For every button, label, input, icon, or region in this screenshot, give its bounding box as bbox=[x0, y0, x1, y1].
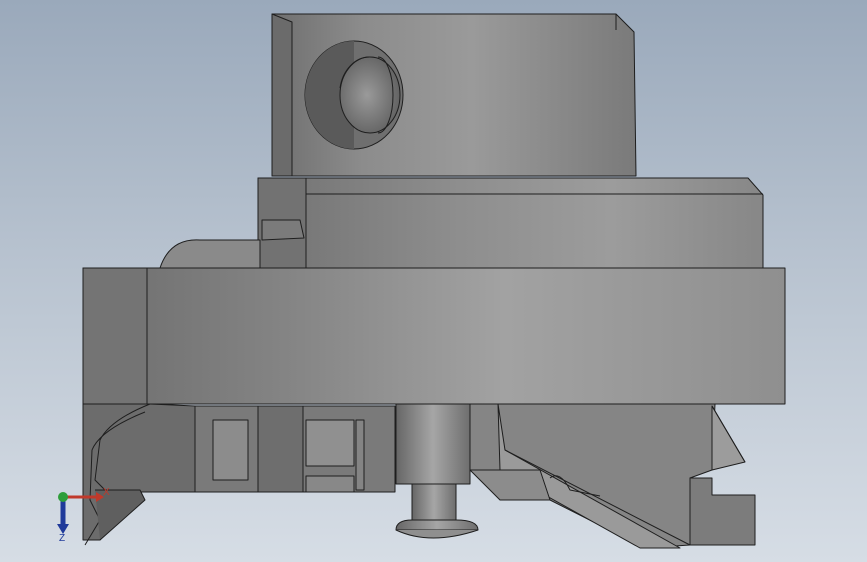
bore-hole bbox=[304, 40, 404, 150]
middle-block bbox=[159, 177, 764, 269]
z-axis-label: Z bbox=[59, 533, 66, 544]
x-axis-label: X bbox=[103, 487, 110, 498]
right-wedge bbox=[469, 403, 756, 549]
part-model[interactable] bbox=[0, 0, 867, 562]
cad-viewport[interactable]: X Z bbox=[0, 0, 867, 562]
pin bbox=[395, 403, 479, 539]
lower-housing bbox=[82, 403, 396, 546]
wide-band bbox=[82, 267, 786, 405]
